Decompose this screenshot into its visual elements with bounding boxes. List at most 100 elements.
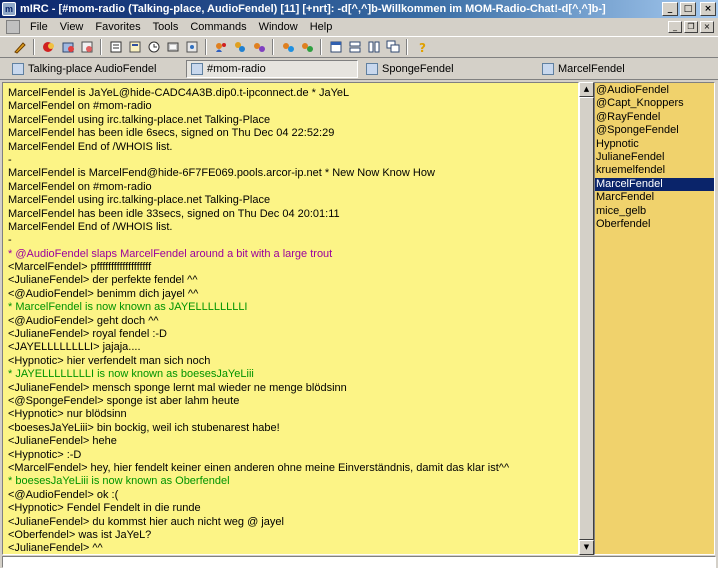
menu-window[interactable]: Window bbox=[253, 21, 304, 33]
menu-bar: File View Favorites Tools Commands Windo… bbox=[0, 18, 718, 36]
finger-icon[interactable] bbox=[182, 38, 201, 56]
toolbar-separator bbox=[320, 39, 322, 55]
nick-item[interactable]: @Capt_Knoppers bbox=[595, 97, 714, 110]
scroll-thumb[interactable] bbox=[579, 97, 594, 540]
dcc-chat-icon[interactable] bbox=[163, 38, 182, 56]
mdi-restore-button[interactable]: ❐ bbox=[684, 21, 698, 33]
tab-label: SpongeFendel bbox=[382, 63, 454, 75]
chat-line: <Hypnotic> hier verfendelt man sich noch bbox=[8, 354, 211, 367]
chat-line: * boesesJaYeLiii is now known as Oberfen… bbox=[8, 475, 230, 488]
chat-line: <JulianeFendel> ^^ bbox=[8, 542, 103, 555]
chat-line: MarcelFendel End of /WHOIS list. bbox=[8, 220, 173, 233]
message-input[interactable] bbox=[2, 556, 716, 568]
nick-item[interactable]: MarcelFendel bbox=[595, 177, 714, 192]
maximize-button[interactable]: □ bbox=[680, 2, 696, 16]
tab-mom-radio[interactable]: #mom-radio bbox=[186, 60, 358, 78]
channel-icon bbox=[191, 63, 203, 75]
chat-line: <Oberfendel> was ist JaYeL? bbox=[8, 528, 152, 541]
channel-window-icon[interactable] bbox=[6, 20, 20, 34]
tab-talking-place[interactable]: Talking-place AudioFendel bbox=[8, 60, 160, 78]
toolbar-separator bbox=[205, 39, 207, 55]
menu-file[interactable]: File bbox=[24, 21, 54, 33]
svg-text:?: ? bbox=[419, 41, 426, 54]
chat-log[interactable]: MarcelFendel is JaYeL@hide-CADC4A3B.dip0… bbox=[2, 82, 579, 555]
chat-line: - bbox=[8, 234, 12, 247]
chat-line: <@AudioFendel> ok :( bbox=[8, 488, 119, 501]
dcc-options-icon[interactable] bbox=[278, 38, 297, 56]
url-list-icon[interactable] bbox=[230, 38, 249, 56]
chat-line: <JulianeFendel> du kommst hier auch nich… bbox=[8, 515, 284, 528]
connect-icon[interactable] bbox=[10, 38, 29, 56]
chat-line: <JulianeFendel> hehe bbox=[8, 435, 117, 448]
colors-icon[interactable] bbox=[326, 38, 345, 56]
query-icon bbox=[366, 63, 378, 75]
chat-line: <MarcelFendel> pfffffffffffffffffff bbox=[8, 261, 152, 274]
nick-list[interactable]: @AudioFendel @Capt_Knoppers @RayFendel @Spo… bbox=[594, 82, 715, 555]
chat-line: MarcelFendel End of /WHOIS list. bbox=[8, 140, 173, 153]
toolbar-separator bbox=[33, 39, 35, 55]
mirc-icon[interactable]: m bbox=[2, 2, 16, 16]
server-icon bbox=[12, 63, 24, 75]
log-icon[interactable] bbox=[297, 38, 316, 56]
menu-tools[interactable]: Tools bbox=[147, 21, 185, 33]
close-button[interactable]: × bbox=[700, 2, 716, 16]
tab-marcelfendel[interactable]: MarcelFendel bbox=[538, 60, 629, 78]
menu-commands[interactable]: Commands bbox=[184, 21, 252, 33]
scroll-down-icon[interactable]: ▼ bbox=[579, 540, 594, 555]
chat-line: * @AudioFendel slaps MarcelFendel around… bbox=[8, 247, 333, 260]
mdi-minimize-button[interactable]: _ bbox=[668, 21, 682, 33]
chat-line: <JulianeFendel> royal fendel :-D bbox=[8, 328, 167, 341]
query-icon bbox=[542, 63, 554, 75]
nick-item[interactable]: @RayFendel bbox=[595, 111, 714, 124]
chat-line: * MarcelFendel is now known as JAYELLLLL… bbox=[8, 301, 248, 314]
channels-icon[interactable] bbox=[77, 38, 96, 56]
chat-line: <Hypnotic> :-D bbox=[8, 448, 82, 461]
scripts-editor-icon[interactable] bbox=[125, 38, 144, 56]
ignore-list-icon[interactable] bbox=[249, 38, 268, 56]
chat-scrollbar[interactable]: ▲ ▼ bbox=[579, 82, 594, 555]
chat-line: MarcelFendel has been idle 33secs, signe… bbox=[8, 207, 340, 220]
nick-item[interactable]: Oberfendel bbox=[595, 218, 714, 231]
chat-line: * JAYELLLLLLLLI is now known as boesesJa… bbox=[8, 368, 254, 381]
tab-label: #mom-radio bbox=[207, 63, 266, 75]
favorites-icon[interactable] bbox=[58, 38, 77, 56]
chat-line: <Hypnotic> Fendel Fendelt in die runde bbox=[8, 502, 201, 515]
title-bar: m mIRC - [#mom-radio (Talking-place, Aud… bbox=[0, 0, 718, 18]
chat-line: MarcelFendel on #mom-radio bbox=[8, 100, 152, 113]
chat-line: MarcelFendel using irc.talking-place.net… bbox=[8, 194, 271, 207]
toolbar-separator bbox=[272, 39, 274, 55]
tile-vertical-icon[interactable] bbox=[364, 38, 383, 56]
nick-item[interactable]: MarcFendel bbox=[595, 191, 714, 204]
tab-spongefendel[interactable]: SpongeFendel bbox=[362, 60, 458, 78]
mdi-close-button[interactable]: × bbox=[700, 21, 714, 33]
chat-line: MarcelFendel using irc.talking-place.net… bbox=[8, 113, 271, 126]
nick-item[interactable]: mice_gelb bbox=[595, 205, 714, 218]
chat-line: <JAYELLLLLLLLI> jajaja.... bbox=[8, 341, 141, 354]
nick-item[interactable]: @SpongeFendel bbox=[595, 124, 714, 137]
nick-item[interactable]: kruemelfendel bbox=[595, 164, 714, 177]
chat-line: <boesesJaYeLiii> bin bockig, weil ich st… bbox=[8, 421, 280, 434]
scroll-up-icon[interactable]: ▲ bbox=[579, 82, 594, 97]
tab-label: Talking-place AudioFendel bbox=[28, 63, 157, 75]
menu-help[interactable]: Help bbox=[304, 21, 339, 33]
nick-item[interactable]: @AudioFendel bbox=[595, 84, 714, 97]
chat-line: <@SpongeFendel> sponge ist aber lahm heu… bbox=[8, 394, 240, 407]
dcc-send-icon[interactable] bbox=[144, 38, 163, 56]
chat-line: <JulianeFendel> der perfekte fendel ^^ bbox=[8, 274, 198, 287]
chat-line: <JulianeFendel> mensch sponge lernt mal … bbox=[8, 381, 347, 394]
window-title: mIRC - [#mom-radio (Talking-place, Audio… bbox=[20, 3, 606, 15]
nick-item[interactable]: Hypnotic bbox=[595, 138, 714, 151]
address-book-icon[interactable] bbox=[106, 38, 125, 56]
menu-view[interactable]: View bbox=[54, 21, 90, 33]
chat-line: - bbox=[8, 153, 12, 166]
help-icon[interactable]: ? bbox=[412, 38, 431, 56]
notify-list-icon[interactable] bbox=[211, 38, 230, 56]
menu-favorites[interactable]: Favorites bbox=[89, 21, 146, 33]
tile-horizontal-icon[interactable] bbox=[345, 38, 364, 56]
toolbar-separator bbox=[100, 39, 102, 55]
nick-item[interactable]: JulianeFendel bbox=[595, 151, 714, 164]
minimize-button[interactable]: _ bbox=[662, 2, 678, 16]
toolbar: ? bbox=[0, 36, 718, 58]
options-icon[interactable] bbox=[39, 38, 58, 56]
cascade-icon[interactable] bbox=[383, 38, 402, 56]
